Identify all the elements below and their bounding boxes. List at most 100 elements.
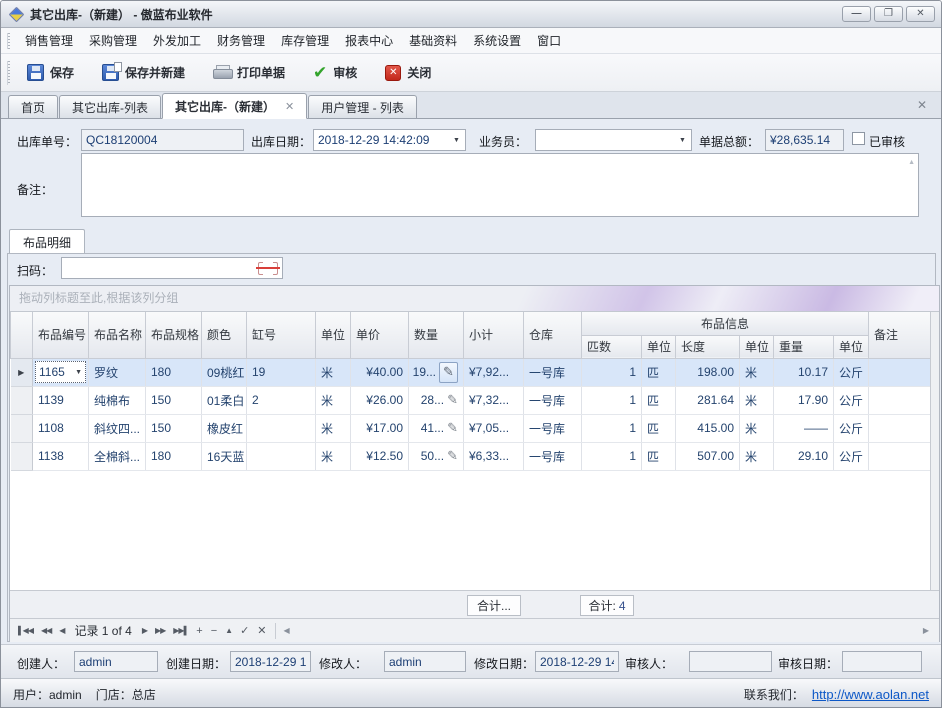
creator-field[interactable] (74, 651, 158, 672)
code-combo[interactable]: 1165▼ (35, 361, 86, 383)
edit-pencil-icon[interactable]: ✎ (439, 362, 458, 383)
col-weight[interactable]: 重量 (774, 335, 834, 358)
cell-length[interactable]: 415.00 (676, 414, 740, 442)
col-color[interactable]: 颜色 (202, 312, 247, 358)
col-code[interactable]: 布品编号 (33, 312, 89, 358)
remark-textarea[interactable] (81, 153, 919, 217)
order-date-field[interactable] (313, 129, 466, 151)
nav-prev-icon[interactable]: ◀ (55, 624, 68, 637)
group-by-panel[interactable]: 拖动列标题至此,根据该列分组 (10, 286, 939, 312)
nav-delete-icon[interactable]: − (207, 623, 221, 639)
cell-warehouse[interactable]: 一号库 (524, 386, 582, 414)
remark-scroll-up-icon[interactable]: ▲ (908, 159, 915, 166)
print-button[interactable]: 打印单据 (203, 59, 295, 86)
cell-warehouse[interactable]: 一号库 (524, 414, 582, 442)
menu-reports[interactable]: 报表中心 (337, 28, 401, 53)
cell-name[interactable]: 罗纹 (89, 358, 146, 386)
col-remark[interactable]: 备注 (869, 312, 932, 358)
cell-unit[interactable]: 米 (316, 442, 351, 470)
minimize-button[interactable]: — (842, 6, 871, 22)
tab-close-icon[interactable]: ✕ (285, 100, 294, 113)
menu-outsourcing[interactable]: 外发加工 (145, 28, 209, 53)
nav-post-icon[interactable]: ✓ (236, 622, 253, 639)
cell-len-unit[interactable]: 米 (740, 386, 774, 414)
nav-first-icon[interactable]: ▌◀◀ (14, 624, 37, 637)
cell-length[interactable]: 281.64 (676, 386, 740, 414)
cell-subtotal[interactable]: ¥7,32... (464, 386, 524, 414)
audit-date-field[interactable] (842, 651, 922, 672)
salesman-field[interactable] (535, 129, 692, 151)
col-length[interactable]: 长度 (676, 335, 740, 358)
cell-spec[interactable]: 150 (146, 414, 202, 442)
cell-length[interactable]: 507.00 (676, 442, 740, 470)
cell-vat[interactable]: 2 (247, 386, 316, 414)
cell-code[interactable]: 1138 (33, 442, 89, 470)
cell-price[interactable]: ¥26.00 (351, 386, 409, 414)
close-button[interactable]: ✕ (906, 6, 935, 22)
date-dropdown-icon[interactable]: ▼ (453, 137, 460, 144)
cell-weight[interactable]: 17.90 (774, 386, 834, 414)
cell-subtotal[interactable]: ¥7,92... (464, 358, 524, 386)
cell-weight[interactable]: 10.17 (774, 358, 834, 386)
maximize-button[interactable]: ❐ (874, 6, 903, 22)
cell-color[interactable]: 09桃红 (202, 358, 247, 386)
nav-append-icon[interactable]: + (192, 623, 206, 639)
col-pcs-unit[interactable]: 单位 (642, 335, 676, 358)
cell-warehouse[interactable]: 一号库 (524, 442, 582, 470)
cell-length[interactable]: 198.00 (676, 358, 740, 386)
detail-tab[interactable]: 布品明细 (9, 229, 85, 254)
count-total-box[interactable]: 合计: 4 (580, 595, 634, 616)
tab-home[interactable]: 首页 (8, 95, 58, 118)
barcode-scan-icon[interactable] (258, 262, 278, 275)
cell-spec[interactable]: 180 (146, 358, 202, 386)
cell-pcs-unit[interactable]: 匹 (642, 414, 676, 442)
qty-total-box[interactable]: 合计... (467, 595, 521, 616)
cell-vat[interactable] (247, 442, 316, 470)
cell-price[interactable]: ¥40.00 (351, 358, 409, 386)
col-name[interactable]: 布品名称 (89, 312, 146, 358)
cell-wt-unit[interactable]: 公斤 (834, 358, 869, 386)
menu-basic-data[interactable]: 基础资料 (401, 28, 465, 53)
cell-unit[interactable]: 米 (316, 386, 351, 414)
tab-outbound-list[interactable]: 其它出库-列表 (59, 95, 161, 118)
cell-pcs-unit[interactable]: 匹 (642, 358, 676, 386)
create-date-field[interactable] (230, 651, 311, 672)
nav-next-icon[interactable]: ▶ (138, 624, 151, 637)
col-unit[interactable]: 单位 (316, 312, 351, 358)
nav-next-page-icon[interactable]: ▶▶ (151, 624, 169, 637)
edit-pencil-icon[interactable]: ✎ (447, 392, 458, 408)
cell-pcs-unit[interactable]: 匹 (642, 386, 676, 414)
scan-input[interactable] (61, 257, 283, 279)
table-row[interactable]: ▶ 1165▼ 罗纹 180 09桃红 19 米 ¥40.00 19...✎ ¥… (11, 358, 932, 386)
modifier-field[interactable] (384, 651, 466, 672)
table-row[interactable]: 1108 斜纹四... 150 橡皮红 米 ¥17.00 41...✎ ¥7,0… (11, 414, 932, 442)
tab-outbound-new[interactable]: 其它出库-（新建） ✕ (162, 93, 307, 119)
cell-pcs[interactable]: 1 (582, 358, 642, 386)
nav-cancel-icon[interactable]: ✕ (253, 622, 270, 639)
cell-remark[interactable] (869, 442, 932, 470)
close-doc-button[interactable]: ✕ 关闭 (375, 59, 441, 86)
col-spec[interactable]: 布品规格 (146, 312, 202, 358)
total-field[interactable] (765, 129, 844, 151)
nav-prev-page-icon[interactable]: ◀◀ (37, 624, 55, 637)
col-qty[interactable]: 数量 (409, 312, 464, 358)
cell-name[interactable]: 斜纹四... (89, 414, 146, 442)
hscroll-right-icon[interactable]: ▶ (919, 626, 933, 635)
cell-pcs-unit[interactable]: 匹 (642, 442, 676, 470)
cell-name[interactable]: 全棉斜... (89, 442, 146, 470)
cell-color[interactable]: 橡皮红 (202, 414, 247, 442)
cell-name[interactable]: 纯棉布 (89, 386, 146, 414)
cell-spec[interactable]: 180 (146, 442, 202, 470)
col-price[interactable]: 单价 (351, 312, 409, 358)
cell-remark[interactable] (869, 386, 932, 414)
audited-checkbox[interactable] (852, 132, 865, 145)
cell-remark[interactable] (869, 358, 932, 386)
cell-pcs[interactable]: 1 (582, 414, 642, 442)
save-button[interactable]: 保存 (17, 59, 84, 86)
salesman-dropdown-icon[interactable]: ▼ (679, 137, 686, 144)
col-vat[interactable]: 缸号 (247, 312, 316, 358)
tabstrip-close-icon[interactable]: ✕ (917, 98, 927, 112)
col-group-fabric-info[interactable]: 布品信息 (582, 312, 869, 335)
cell-remark[interactable] (869, 414, 932, 442)
cell-len-unit[interactable]: 米 (740, 414, 774, 442)
